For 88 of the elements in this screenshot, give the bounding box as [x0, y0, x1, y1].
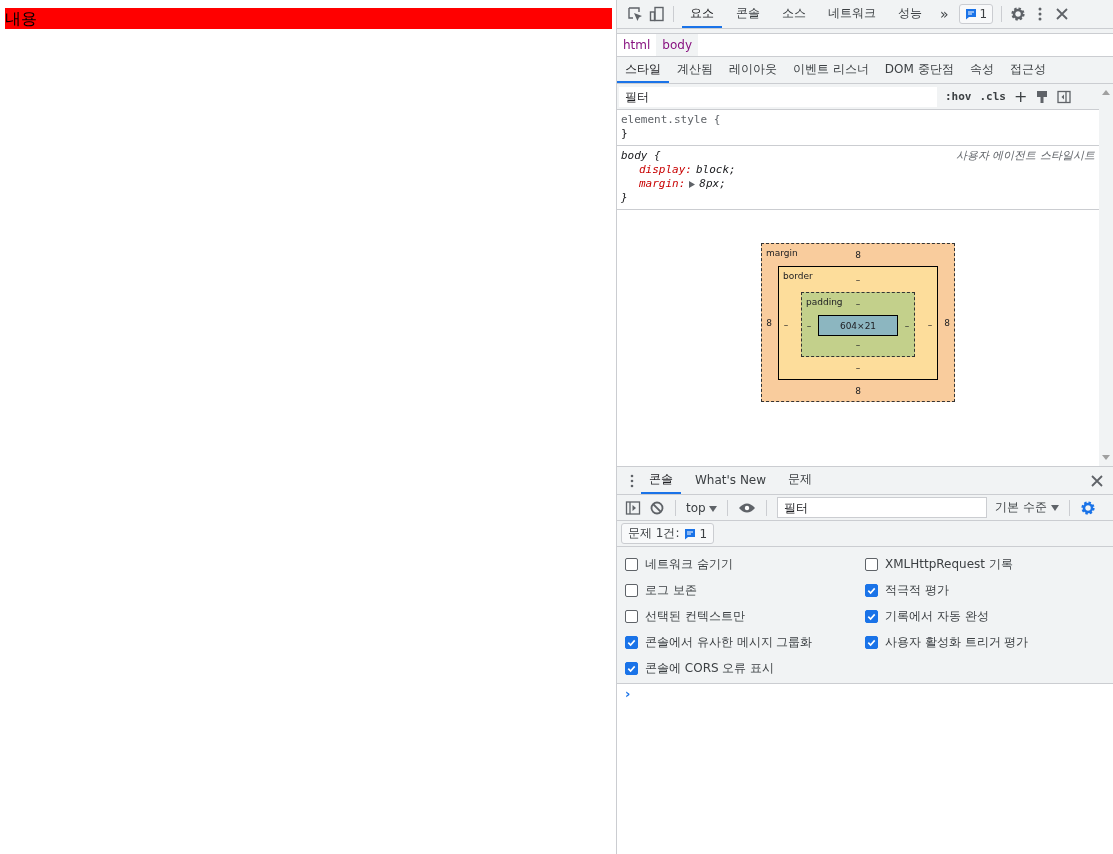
filter-field[interactable]: 필터 [619, 86, 937, 107]
caret-icon [1051, 505, 1060, 511]
breadcrumb-item[interactable]: body [656, 34, 699, 56]
box-label: margin [766, 248, 798, 258]
message-icon [964, 8, 977, 20]
hov-button[interactable]: :hov [945, 90, 972, 103]
checkbox-label: 선택된 컨텍스트만 [645, 607, 745, 625]
checkbox[interactable] [865, 635, 878, 649]
issues-button[interactable]: 문제 1건: 1 [621, 523, 715, 544]
device-icon[interactable] [649, 6, 665, 22]
message-icon [683, 527, 696, 540]
issues-badge[interactable]: 1 [958, 4, 994, 24]
padding-value: – [855, 339, 861, 352]
css-value: block; [696, 163, 736, 177]
checkbox[interactable] [625, 557, 638, 571]
pane-tab[interactable]: 이벤트 리스너 [785, 58, 877, 83]
close-icon[interactable] [1054, 6, 1071, 22]
caret-icon [709, 505, 718, 512]
context-dropdown[interactable]: top [686, 500, 718, 515]
border-value: – [855, 274, 861, 287]
border-value: – [783, 318, 789, 332]
content-bar: 내용 [5, 8, 612, 29]
checkbox-label: XMLHttpRequest 기록 [885, 555, 1013, 573]
settings-icon[interactable] [1080, 499, 1097, 516]
pane-tab[interactable]: DOM 중단점 [876, 58, 962, 83]
border-value: – [927, 318, 933, 332]
content-size: 604×21 [818, 315, 898, 336]
checkbox[interactable] [625, 583, 638, 597]
checkbox[interactable] [625, 661, 638, 675]
panel-tab[interactable]: 소스 [774, 0, 814, 28]
log-level-dropdown[interactable]: 기본 수준 [995, 499, 1060, 516]
cls-button[interactable]: .cls [979, 90, 1006, 103]
css-property: display: [639, 163, 692, 177]
new-rule-button[interactable]: + [1014, 87, 1028, 106]
css-selector: element.style { [621, 113, 721, 127]
panel-tab[interactable]: 콘솔 [728, 0, 768, 28]
panel-tab[interactable]: 네트워크 [820, 0, 884, 28]
pane-tab[interactable]: 레이아웃 [721, 58, 785, 83]
checkbox[interactable] [865, 609, 878, 623]
checkbox-label: 기록에서 자동 완성 [885, 607, 989, 625]
drawer-tab[interactable]: 콘솔 [641, 467, 681, 494]
box-label: padding [806, 297, 843, 307]
checkbox[interactable] [625, 609, 638, 623]
css-selector: body { [621, 149, 661, 163]
rule-source: 사용자 에이전트 스타일시트 [956, 149, 1095, 163]
inspect-icon[interactable] [627, 6, 643, 22]
sidebar-toggle-icon[interactable] [625, 499, 641, 516]
checkbox[interactable] [625, 635, 638, 649]
breadcrumb-item[interactable]: html [617, 34, 657, 56]
margin-value: 8 [944, 317, 950, 330]
margin-value: 8 [766, 317, 772, 330]
css-property: margin: [639, 177, 686, 191]
paint-roller-icon[interactable] [1035, 89, 1050, 104]
padding-value: – [806, 319, 812, 333]
checkbox-label: 네트워크 숨기기 [645, 555, 733, 573]
panel-tab[interactable]: 요소 [682, 0, 722, 28]
settings-icon[interactable] [1010, 6, 1027, 22]
margin-value: 8 [855, 249, 861, 262]
expand-icon[interactable] [689, 180, 696, 188]
clear-icon[interactable] [649, 499, 665, 516]
pane-tab[interactable]: 속성 [961, 58, 1002, 83]
margin-value: 8 [855, 385, 861, 398]
checkbox-label: 콘솔에 CORS 오류 표시 [645, 659, 775, 677]
pane-tab[interactable]: 접근성 [1001, 58, 1054, 83]
menu-icon[interactable] [629, 472, 635, 489]
checkbox-label: 적극적 평가 [885, 581, 949, 599]
eye-icon[interactable] [738, 501, 757, 514]
checkbox-label: 콘솔에서 유사한 메시지 그룹화 [645, 633, 813, 651]
filter-field[interactable]: 필터 [777, 497, 988, 518]
checkbox[interactable] [865, 557, 878, 571]
drawer-tab[interactable]: 문제 [780, 467, 821, 494]
box-label: border [783, 271, 813, 281]
padding-value: – [904, 319, 910, 333]
panel-tab[interactable]: 성능 [890, 0, 930, 28]
close-icon[interactable] [1089, 472, 1105, 489]
pane-tab[interactable]: 계산됨 [669, 58, 721, 83]
sidebar-toggle-icon[interactable] [1057, 89, 1072, 104]
drawer-tab[interactable]: What's New [687, 467, 775, 494]
border-value: – [855, 362, 861, 375]
checkbox-label: 로그 보존 [645, 581, 697, 599]
checkbox-label: 사용자 활성화 트리거 평가 [885, 633, 1029, 651]
closing-brace: } [621, 127, 628, 141]
checkbox[interactable] [865, 583, 878, 597]
console-prompt[interactable]: › [625, 686, 631, 701]
padding-value: – [855, 298, 861, 311]
closing-brace: } [621, 191, 628, 205]
css-value: 8px; [699, 177, 726, 191]
more-tabs-button[interactable]: » [936, 6, 953, 22]
